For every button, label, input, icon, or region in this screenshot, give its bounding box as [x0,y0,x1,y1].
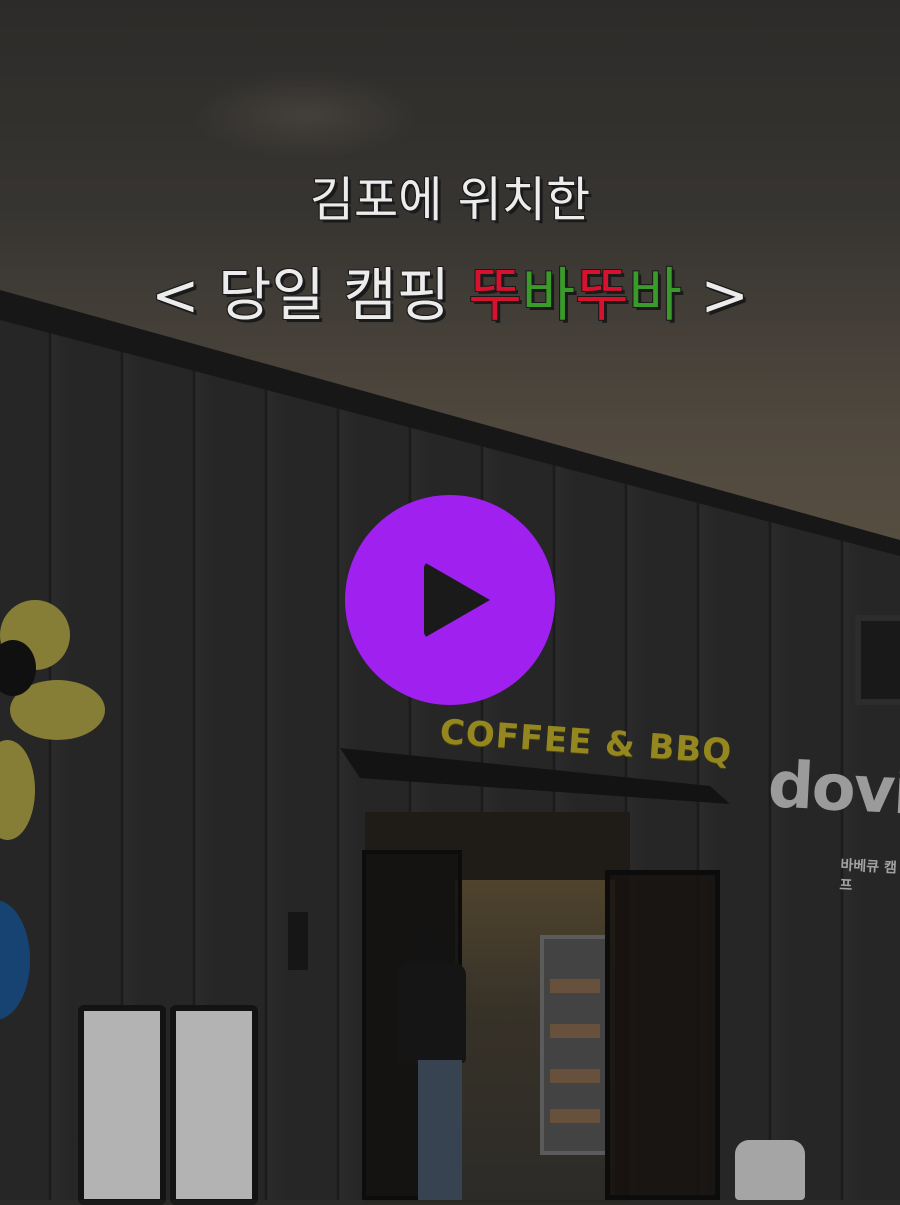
title-highlight-char: 뚜 [468,261,522,329]
play-icon [424,562,490,638]
video-title-line1: 김포에 위치한 [309,172,591,228]
play-button[interactable] [345,495,555,705]
title-suffix: > [681,261,749,329]
video-title-line2: < 당일 캠핑 뚜바뚜바 > [0,248,900,332]
title-highlight-char: 바 [521,261,576,329]
title-highlight-char: 뚜 [575,261,629,329]
title-prefix: < 당일 캠핑 [151,261,469,329]
title-highlight-char: 바 [628,261,682,329]
